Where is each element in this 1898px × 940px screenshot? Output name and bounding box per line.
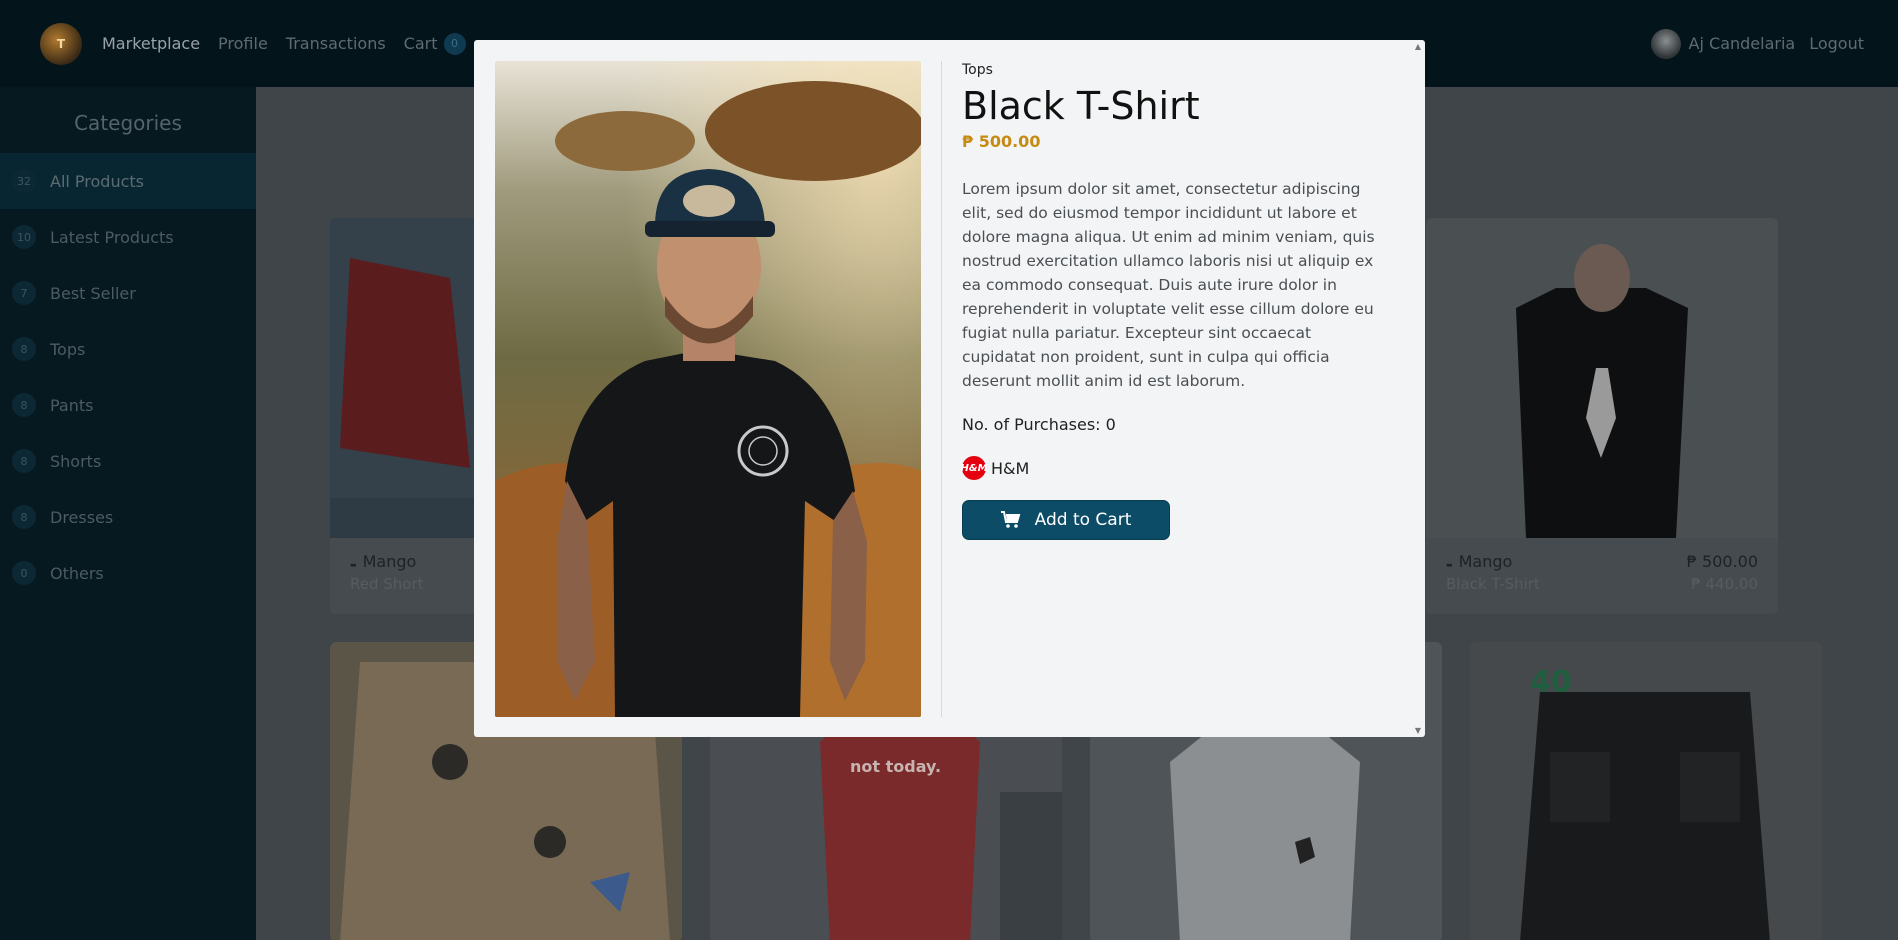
nav-link-transactions[interactable]: Transactions [286, 34, 386, 53]
category-count-badge: 32 [12, 169, 36, 193]
sidebar-item-label: Latest Products [50, 227, 174, 247]
product-title: Black T-Shirt [962, 84, 1200, 128]
avatar[interactable] [1650, 28, 1681, 59]
app-logo[interactable]: T [40, 22, 82, 65]
nav-link-cart-label: Cart [403, 34, 438, 53]
sidebar-item-dresses[interactable]: 8 Dresses [0, 489, 256, 545]
scroll-down-arrow-icon[interactable]: ▼ [1415, 726, 1421, 735]
sidebar-item-shorts[interactable]: 8 Shorts [0, 433, 256, 489]
product-price: ₱ 500.00 [962, 132, 1041, 151]
nav-link-marketplace[interactable]: Marketplace [102, 34, 200, 53]
card-price: ₱ 500.00 [1686, 552, 1758, 571]
product-image [1426, 218, 1778, 538]
product-category: Tops [962, 62, 993, 78]
product-image: 40 [1470, 642, 1822, 940]
cart-count-badge: 0 [443, 32, 466, 55]
sidebar-item-label: Pants [50, 395, 94, 415]
add-to-cart-button[interactable]: Add to Cart [962, 500, 1170, 540]
product-card[interactable]: ▬ Mango ₱ 500.00 Black T-Shirt ₱ 440.00 [1426, 218, 1778, 614]
product-card[interactable]: 40 [1470, 642, 1822, 940]
nav-link-profile[interactable]: Profile [218, 34, 268, 53]
sidebar-item-all-products[interactable]: 32 All Products [0, 153, 256, 209]
product-detail-image [495, 61, 921, 717]
sidebar-item-tops[interactable]: 8 Tops [0, 321, 256, 377]
cart-icon [1000, 511, 1020, 528]
sidebar-item-pants[interactable]: 8 Pants [0, 377, 256, 433]
sidebar-item-label: All Products [50, 171, 145, 191]
user-menu: Aj Candelaria Logout [1650, 0, 1864, 87]
sidebar-item-label: Shorts [50, 451, 102, 471]
category-sidebar: Categories 32 All Products 10 Latest Pro… [0, 87, 256, 940]
sidebar-item-label: Dresses [50, 507, 114, 527]
category-count-badge: 8 [12, 449, 36, 473]
sidebar-item-latest-products[interactable]: 10 Latest Products [0, 209, 256, 265]
brand-name: H&M [991, 458, 1030, 478]
card-product-name: Black T-Shirt [1446, 575, 1540, 593]
purchase-count: No. of Purchases: 0 [962, 415, 1116, 434]
sidebar-title: Categories [74, 111, 182, 135]
hm-logo: H&M [960, 456, 988, 480]
product-brand: H&M H&M [960, 456, 1382, 480]
sidebar-item-label: Best Seller [50, 283, 136, 303]
sidebar-item-label: Tops [50, 339, 86, 359]
category-count-badge: 8 [12, 505, 36, 529]
category-count-badge: 0 [12, 561, 36, 585]
user-name[interactable]: Aj Candelaria [1689, 34, 1796, 53]
product-detail-info: Tops Black T-Shirt ₱ 500.00 Lorem ipsum … [960, 62, 1382, 540]
category-count-badge: 8 [12, 337, 36, 361]
add-to-cart-label: Add to Cart [1034, 510, 1132, 530]
card-old-price: ₱ 440.00 [1691, 575, 1758, 593]
sidebar-item-label: Others [50, 563, 104, 583]
scroll-up-arrow-icon[interactable]: ▲ [1415, 42, 1421, 51]
svg-text:not today.: not today. [850, 757, 941, 776]
card-brand: ▬ Mango [1446, 552, 1513, 571]
card-brand: ▬ Mango [350, 552, 417, 571]
product-detail-modal: ▲ Tops Black T-Shirt ₱ 500.00 Lorem ipsu… [474, 40, 1425, 737]
sidebar-item-others[interactable]: 0 Others [0, 545, 256, 601]
sidebar-item-best-seller[interactable]: 7 Best Seller [0, 265, 256, 321]
logout-link[interactable]: Logout [1809, 34, 1864, 53]
category-count-badge: 8 [12, 393, 36, 417]
category-count-badge: 10 [12, 225, 36, 249]
nav-link-cart[interactable]: Cart 0 [403, 32, 466, 55]
card-product-name: Red Short [350, 575, 424, 593]
category-count-badge: 7 [12, 281, 36, 305]
product-description: Lorem ipsum dolor sit amet, consectetur … [962, 180, 1375, 390]
modal-divider [941, 61, 942, 717]
